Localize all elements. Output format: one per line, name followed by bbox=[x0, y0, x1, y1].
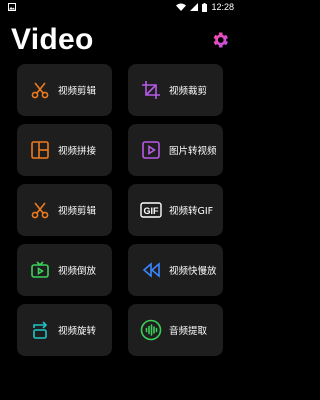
tile-video-crop[interactable]: 视频裁剪 bbox=[128, 64, 223, 116]
app-header: Video bbox=[0, 14, 240, 62]
tile-audio-extract[interactable]: 音频提取 bbox=[128, 304, 223, 356]
rotate-icon bbox=[29, 319, 51, 341]
tile-label: 视频拼接 bbox=[58, 146, 97, 157]
wifi-icon bbox=[176, 3, 187, 11]
battery-icon bbox=[202, 2, 208, 12]
tile-label: 视频倒放 bbox=[58, 266, 97, 277]
tile-video-rotate[interactable]: 视频旋转 bbox=[17, 304, 112, 356]
tile-video-reverse[interactable]: 视频倒放 bbox=[17, 244, 112, 296]
tile-label: 视频转GIF bbox=[169, 206, 214, 217]
tile-video-to-gif[interactable]: GIF 视频转GIF bbox=[128, 184, 223, 236]
scissors-icon bbox=[29, 199, 51, 221]
tile-label: 图片转视频 bbox=[169, 146, 217, 157]
status-time: 12:28 bbox=[211, 2, 234, 12]
tile-label: 视频剪辑 bbox=[58, 86, 97, 97]
tile-label: 视频裁剪 bbox=[169, 86, 208, 97]
split-layout-icon bbox=[29, 139, 51, 161]
tv-play-icon bbox=[29, 259, 51, 281]
tile-label: 视频剪辑 bbox=[58, 206, 97, 217]
tile-label: 视频快慢放 bbox=[169, 266, 217, 277]
status-bar: 12:28 bbox=[0, 0, 240, 14]
gif-icon: GIF bbox=[140, 199, 162, 221]
tile-video-join[interactable]: 视频拼接 bbox=[17, 124, 112, 176]
page-title: Video bbox=[11, 23, 94, 56]
tile-label: 视频旋转 bbox=[58, 326, 97, 337]
scissors-icon bbox=[29, 79, 51, 101]
svg-text:GIF: GIF bbox=[144, 206, 160, 216]
image-notification-icon bbox=[8, 3, 16, 11]
crop-icon bbox=[140, 79, 162, 101]
tile-video-edit[interactable]: 视频剪辑 bbox=[17, 64, 112, 116]
tile-image-to-video[interactable]: 图片转视频 bbox=[128, 124, 223, 176]
signal-icon bbox=[190, 3, 199, 11]
gear-icon[interactable] bbox=[210, 30, 230, 50]
tile-video-speed[interactable]: 视频快慢放 bbox=[128, 244, 223, 296]
rewind-icon bbox=[140, 259, 162, 281]
play-square-icon bbox=[140, 139, 162, 161]
tile-video-edit-2[interactable]: 视频剪辑 bbox=[17, 184, 112, 236]
tile-label: 音频提取 bbox=[169, 326, 208, 337]
audio-wave-icon bbox=[140, 319, 162, 341]
